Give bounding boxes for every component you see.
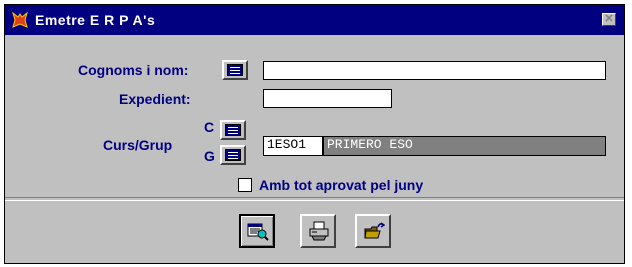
curs-c-label: C: [204, 119, 215, 135]
title-bar[interactable]: Emetre E R P A's ✕: [5, 5, 624, 35]
name-label: Cognoms i nom:: [78, 62, 189, 78]
curs-grup-label: Curs/Grup: [103, 137, 173, 153]
printer-icon: [309, 221, 329, 241]
separator: [5, 197, 624, 201]
name-input[interactable]: [263, 61, 606, 80]
curs-list-button[interactable]: [220, 120, 246, 140]
print-button[interactable]: [300, 214, 336, 248]
close-icon: ✕: [604, 13, 614, 25]
app-icon: [12, 11, 28, 28]
aprovat-checkbox[interactable]: [238, 178, 252, 192]
name-list-button[interactable]: [222, 60, 248, 80]
checkbox-label[interactable]: Amb tot aprovat pel juny: [259, 177, 423, 193]
list-icon: [225, 149, 241, 161]
expedient-label: Expedient:: [119, 91, 191, 107]
exit-folder-icon: [364, 222, 385, 239]
list-icon: [227, 64, 243, 76]
group-code-input[interactable]: 1ESO1: [263, 136, 323, 156]
grup-g-label: G: [204, 148, 215, 164]
window-title: Emetre E R P A's: [35, 12, 156, 28]
dialog-window: Emetre E R P A's ✕ Cognoms i nom: Expedi…: [4, 4, 625, 264]
list-icon: [225, 124, 241, 136]
group-name-field: PRIMERO ESO: [323, 136, 606, 156]
expedient-input[interactable]: [263, 89, 392, 108]
preview-button[interactable]: [239, 214, 275, 248]
report-preview-icon: [247, 223, 269, 241]
exit-button[interactable]: [355, 214, 391, 248]
grup-list-button[interactable]: [220, 145, 246, 165]
close-button[interactable]: ✕: [602, 13, 616, 26]
